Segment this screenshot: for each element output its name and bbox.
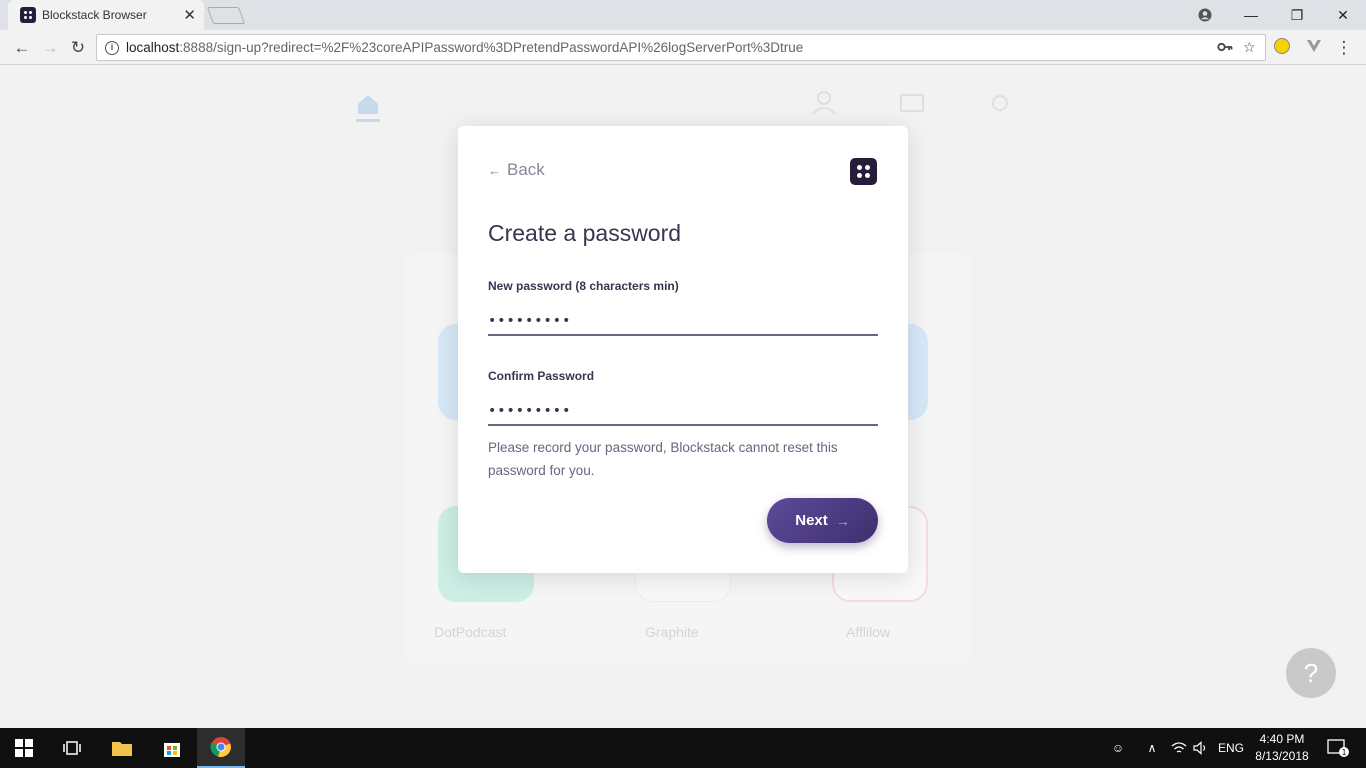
key-icon[interactable] [1217, 39, 1233, 58]
show-hidden-icons-icon[interactable]: ∧ [1140, 728, 1164, 768]
home-nav-icon [348, 84, 388, 124]
reload-icon[interactable]: ↻ [66, 36, 90, 60]
back-arrow-icon: ← [488, 162, 501, 178]
clock-date: 8/13/2018 [1255, 749, 1309, 763]
next-button[interactable]: Next → [767, 498, 878, 543]
blockstack-logo-icon [850, 158, 877, 185]
browser-tab[interactable]: Blockstack Browser ✕ [8, 0, 204, 30]
language-indicator[interactable]: ENG [1214, 728, 1248, 768]
settings-nav-icon [980, 84, 1020, 124]
app-label: Afflilow [846, 624, 891, 640]
confirm-password-field[interactable] [488, 398, 878, 426]
extension-icon[interactable] [1274, 38, 1290, 54]
profile-nav-icon [804, 84, 844, 124]
close-window-button[interactable]: ✕ [1320, 0, 1366, 30]
windows-start-icon[interactable] [0, 728, 48, 768]
clock[interactable]: 4:40 PM 8/13/2018 [1250, 731, 1314, 765]
arrow-right-icon: → [835, 512, 850, 529]
volume-icon[interactable] [1190, 728, 1212, 768]
wifi-icon[interactable] [1168, 728, 1190, 768]
browser-titlebar: Blockstack Browser ✕ — ❐ ✕ [0, 0, 1366, 30]
wallet-nav-icon [892, 84, 932, 124]
file-explorer-icon[interactable] [98, 728, 146, 768]
minimize-button[interactable]: — [1228, 0, 1274, 30]
app-label: DotPodcast [434, 624, 507, 640]
profile-icon[interactable] [1182, 0, 1228, 30]
task-view-icon[interactable] [48, 728, 96, 768]
clock-time: 4:40 PM [1259, 732, 1305, 746]
confirm-password-label: Confirm Password [488, 369, 595, 383]
restore-button[interactable]: ❐ [1274, 0, 1320, 30]
taskbar: ☺ ∧ ENG 4:40 PM 8/13/2018 1 [0, 728, 1366, 768]
chrome-taskbar-icon[interactable] [197, 728, 245, 768]
create-password-dialog: ← Back Create a password New password (8… [458, 126, 908, 573]
people-icon[interactable]: ☺ [1104, 728, 1132, 768]
url-text: localhost:8888/sign-up?redirect=%2F%23co… [126, 40, 804, 55]
tab-title: Blockstack Browser [42, 8, 147, 22]
help-button[interactable]: ? [1286, 648, 1336, 698]
password-warning-text: Please record your password, Blockstack … [488, 440, 838, 478]
new-password-field[interactable] [488, 308, 878, 336]
vue-extension-icon[interactable] [1306, 38, 1322, 54]
app-label: Graphite [645, 624, 699, 640]
site-info-icon[interactable]: i [105, 40, 119, 55]
chrome-menu-icon[interactable]: ⋮ [1332, 36, 1356, 60]
tab-close-icon[interactable]: ✕ [183, 6, 196, 24]
forward-nav-icon[interactable]: → [38, 36, 62, 60]
store-icon[interactable] [148, 728, 196, 768]
new-password-label: New password (8 characters min) [488, 279, 679, 293]
action-center-icon[interactable]: 1 [1320, 728, 1356, 768]
blockstack-favicon-icon [20, 7, 36, 23]
back-link[interactable]: ← Back [488, 160, 545, 180]
bookmark-star-icon[interactable]: ☆ [1243, 39, 1256, 56]
new-tab-button[interactable] [206, 7, 246, 24]
back-label: Back [507, 160, 545, 179]
dialog-title: Create a password [488, 220, 682, 246]
back-nav-icon[interactable]: ← [10, 36, 34, 60]
address-bar[interactable]: i localhost:8888/sign-up?redirect=%2F%23… [96, 34, 1266, 61]
notification-count: 1 [1341, 748, 1346, 757]
browser-toolbar: ← → ↻ i localhost:8888/sign-up?redirect=… [0, 30, 1366, 65]
next-label: Next [795, 512, 828, 529]
